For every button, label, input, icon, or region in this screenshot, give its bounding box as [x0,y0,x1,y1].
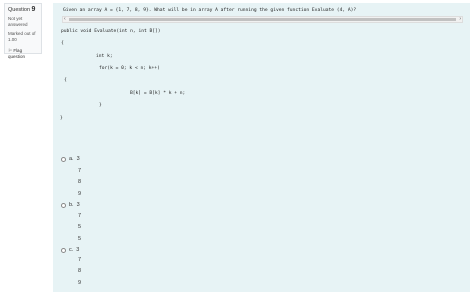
option-a-letter: a. [69,156,74,162]
question-number-value: 9 [31,6,36,13]
option-a-value-1: 3 [76,156,80,162]
code-line-6: B[k] = B[k] * k + n; [130,91,186,96]
question-text: Given an array A = {1, 7, 8, 9}. What wi… [63,8,357,13]
option-c-letter: c. [69,247,74,253]
code-line-7: } [99,103,102,108]
option-c-value-1: 3 [76,247,80,253]
code-line-3: int k; [96,54,113,59]
option-b-value-1: 3 [76,202,80,208]
option-b-value-3: 5 [78,224,82,230]
status-line-2: answered [8,22,28,27]
option-c-value-3: 8 [78,268,82,274]
code-line-5: { [64,78,67,83]
option-b-value-2: 7 [78,213,82,219]
option-a-value-3: 8 [78,179,82,185]
code-line-1: public void Evaluate(int n, int B[]) [61,29,161,34]
option-c-radio[interactable] [61,247,66,253]
option-c-value-2: 7 [78,257,82,263]
code-line-2: { [61,41,64,46]
chevron-left-icon[interactable]: ‹ [64,17,66,22]
option-b[interactable]: b. 3 [61,202,80,208]
question-label: Question [8,7,31,13]
flag-question-link[interactable]: ⚐ Flag question [8,48,38,59]
code-line-8: } [60,116,63,121]
option-b-value-4: 5 [78,236,82,242]
option-c[interactable]: c. 3 [61,247,79,253]
option-a[interactable]: a. 3 [61,156,80,162]
option-b-letter: b. [69,202,74,208]
scrollbar-thumb[interactable] [69,18,456,21]
option-a-radio[interactable] [61,156,66,162]
option-a-value-2: 7 [78,168,82,174]
code-line-4: for(k = 0; k < n; k++) [99,66,160,71]
option-a-value-4: 9 [78,191,82,197]
chevron-right-icon[interactable]: › [459,17,461,22]
question-content: Given an array A = {1, 7, 8, 9}. What wi… [53,3,470,292]
flag-icon: ⚐ [8,48,13,53]
option-c-value-4: 9 [78,280,82,286]
option-b-radio[interactable] [61,202,66,208]
question-info-panel: Question 9 Not yet answered Marked out o… [4,3,42,59]
marks-line-2: 1.00 [8,37,17,42]
question-number: Question 9 [8,6,38,13]
horizontal-scrollbar[interactable]: ‹ › [62,16,463,23]
